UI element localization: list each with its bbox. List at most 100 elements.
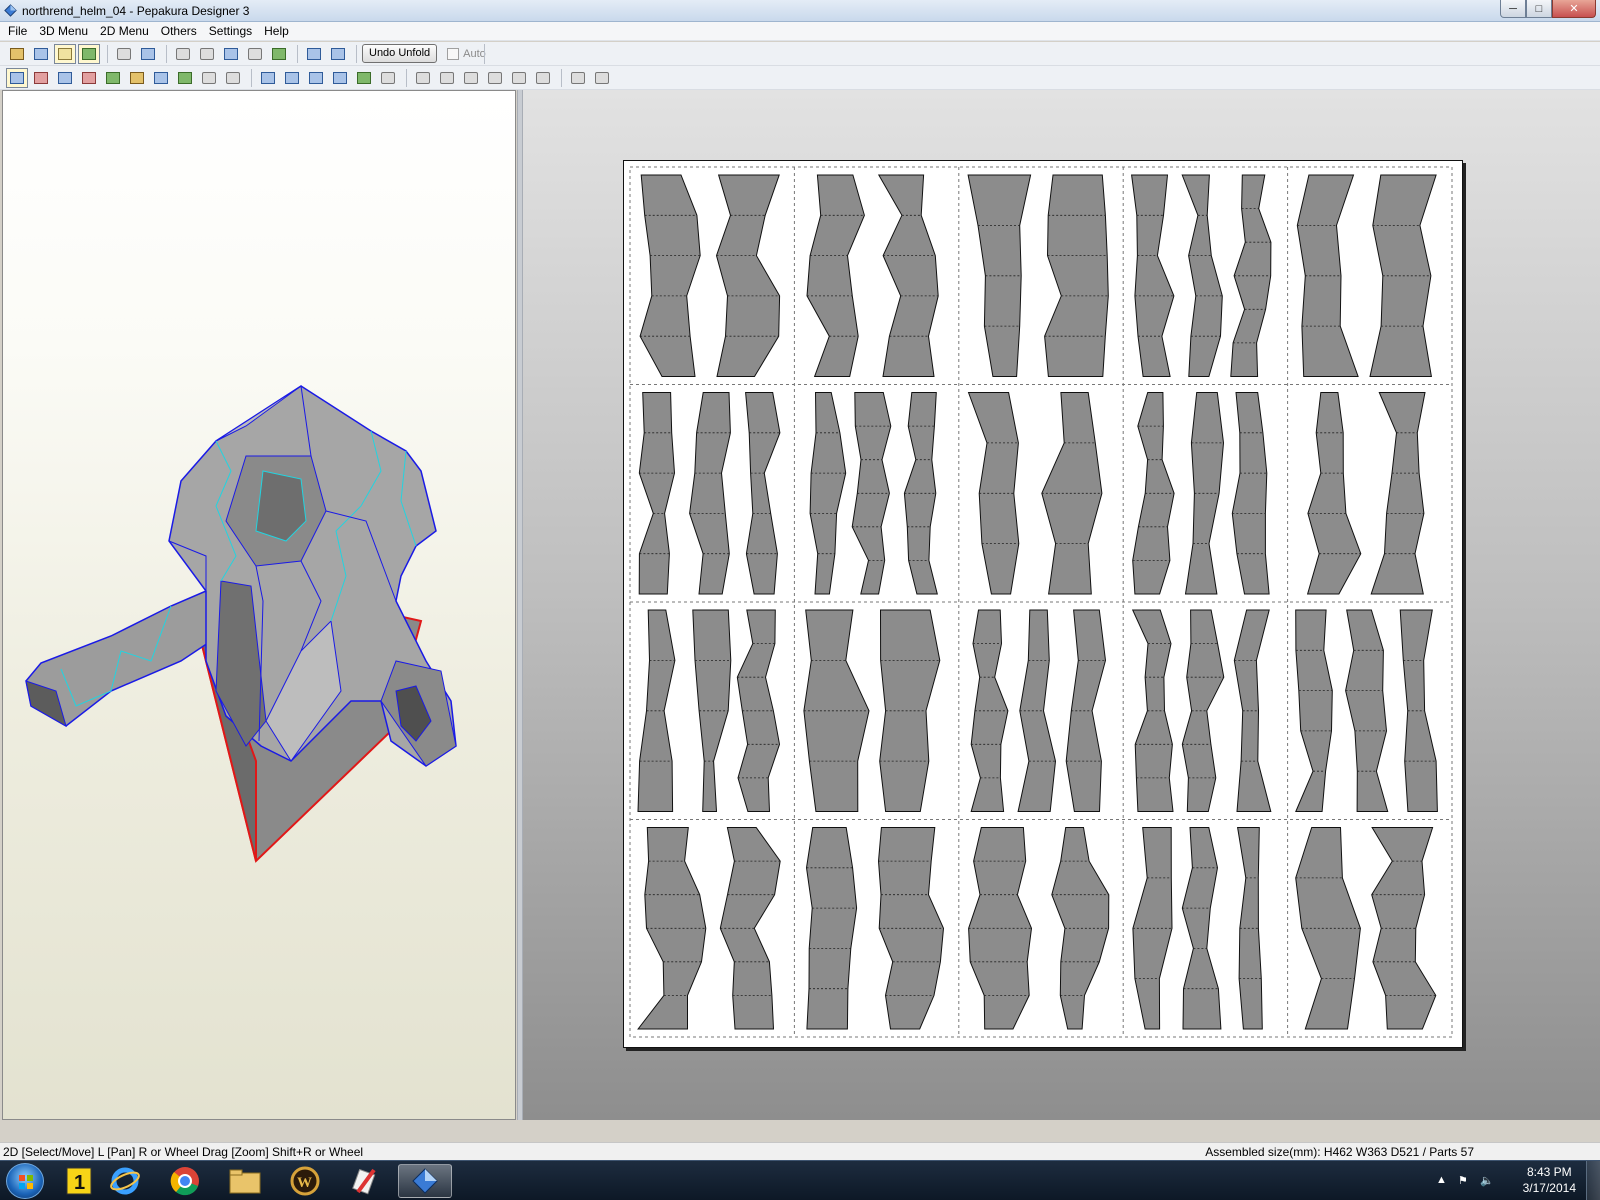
layout-button[interactable] (329, 68, 351, 88)
pattern-piece[interactable] (1184, 392, 1225, 595)
rotate-cw-90-button[interactable] (591, 68, 613, 88)
taskbar-paint-tool[interactable] (338, 1164, 392, 1198)
taskbar-world-of-warcraft[interactable]: W (278, 1164, 332, 1198)
menu-3d[interactable]: 3D Menu (33, 22, 94, 41)
print-button[interactable] (377, 68, 399, 88)
image-tool-button[interactable] (150, 68, 172, 88)
paint-button[interactable] (268, 44, 290, 64)
pattern-piece[interactable] (715, 174, 781, 377)
pattern-piece[interactable] (809, 392, 847, 595)
taskbar-internet-explorer[interactable] (98, 1164, 152, 1198)
show-hidden-icons-icon[interactable]: ▲ (1436, 1174, 1447, 1186)
pencil-icon (176, 47, 190, 60)
toolbar-separator (166, 44, 167, 63)
zoom-fit-button[interactable] (257, 68, 279, 88)
pattern-piece[interactable] (1306, 392, 1362, 595)
pattern-piece[interactable] (1181, 609, 1225, 812)
taskbar-file-explorer[interactable] (218, 1164, 272, 1198)
undo-unfold-button[interactable]: Undo Unfold (362, 44, 438, 63)
pattern-piece[interactable] (1399, 609, 1438, 812)
toolbar-separator (251, 68, 252, 87)
menu-2d[interactable]: 2D Menu (94, 22, 155, 41)
join-tool-button[interactable] (78, 68, 100, 88)
color-tool-button[interactable] (174, 68, 196, 88)
pattern-piece[interactable] (806, 174, 865, 377)
align-right-icon (464, 71, 478, 84)
page-button[interactable] (305, 68, 327, 88)
align-top-button[interactable] (484, 68, 506, 88)
pattern-piece[interactable] (1131, 174, 1175, 377)
pattern-piece[interactable] (1345, 609, 1389, 812)
menu-others[interactable]: Others (155, 22, 203, 41)
pattern-piece[interactable] (745, 392, 781, 595)
cylinder-button[interactable] (196, 44, 218, 64)
show-desktop-button[interactable] (1586, 1161, 1600, 1200)
undo-icon (202, 71, 216, 84)
2d-pattern-view[interactable] (523, 90, 1600, 1120)
pattern-piece[interactable] (689, 392, 731, 595)
align-center-button[interactable] (436, 68, 458, 88)
rotate-ccw-90-button[interactable] (567, 68, 589, 88)
menu-settings[interactable]: Settings (203, 22, 258, 41)
edge-tool-button[interactable] (30, 68, 52, 88)
part-button[interactable] (244, 44, 266, 64)
pattern-piece[interactable] (1295, 609, 1333, 812)
select-tool-button[interactable] (6, 67, 28, 88)
light-toggle-button[interactable] (54, 43, 76, 64)
auto-checkbox-box[interactable] (447, 47, 460, 60)
pattern-piece[interactable] (1181, 827, 1222, 1030)
paint-icon (272, 47, 286, 60)
pattern-piece[interactable] (1181, 174, 1223, 377)
arrange-button[interactable] (281, 68, 303, 88)
select-arrow-icon (10, 71, 24, 84)
pattern-piece[interactable] (1370, 392, 1426, 595)
save-button[interactable] (30, 44, 52, 64)
split-view-button[interactable] (327, 44, 349, 64)
rotate-left-icon (571, 71, 585, 84)
align-bottom-button[interactable] (532, 68, 554, 88)
anchor-button[interactable] (220, 44, 242, 64)
helm-3d-model (25, 385, 457, 863)
brush-icon (352, 1168, 376, 1195)
align-left-button[interactable] (412, 68, 434, 88)
wireframe-button[interactable] (113, 44, 135, 64)
open-file-button[interactable] (6, 44, 28, 64)
text-tool-button[interactable] (102, 68, 124, 88)
minimize-button[interactable]: ─ (1500, 0, 1526, 18)
pattern-piece[interactable] (1051, 827, 1110, 1030)
pattern-piece[interactable] (877, 174, 939, 377)
taskbar-pepakura[interactable] (398, 1164, 452, 1198)
pencil-button[interactable] (172, 44, 194, 64)
flap-tool-button[interactable] (54, 68, 76, 88)
maximize-button[interactable]: □ (1526, 0, 1552, 18)
auto-checkbox[interactable]: Auto (447, 47, 486, 60)
3d-model-view[interactable] (2, 90, 516, 1120)
clock[interactable]: 8:43 PM 3/17/2014 (1523, 1164, 1576, 1196)
start-button[interactable] (6, 1163, 44, 1199)
pattern-piece[interactable] (639, 174, 701, 377)
undo-button[interactable] (198, 68, 220, 88)
align-right-button[interactable] (460, 68, 482, 88)
1password-icon: 1 (66, 1167, 92, 1195)
label-tool-button[interactable] (126, 68, 148, 88)
pattern-piece[interactable] (1231, 392, 1270, 595)
title-bar: northrend_helm_04 - Pepakura Designer 3 … (0, 0, 1600, 22)
unfold-button[interactable] (137, 44, 159, 64)
single-view-button[interactable] (303, 44, 325, 64)
part-icon (248, 47, 262, 60)
toolbar-separator (484, 44, 485, 64)
volume-icon[interactable]: 🔈 (1480, 1174, 1494, 1187)
pattern-piece[interactable] (638, 392, 676, 595)
preview-button[interactable] (353, 68, 375, 88)
text-icon (106, 71, 120, 84)
texture-toggle-button[interactable] (78, 43, 100, 64)
menu-file[interactable]: File (2, 22, 33, 41)
pattern-piece[interactable] (805, 827, 858, 1030)
close-button[interactable]: ✕ (1552, 0, 1596, 18)
redo-button[interactable] (222, 68, 244, 88)
align-middle-button[interactable] (508, 68, 530, 88)
pattern-piece[interactable] (1044, 174, 1109, 377)
menu-help[interactable]: Help (258, 22, 295, 41)
action-center-flag-icon[interactable]: ⚑ (1458, 1174, 1468, 1187)
taskbar-chrome[interactable] (158, 1164, 212, 1198)
